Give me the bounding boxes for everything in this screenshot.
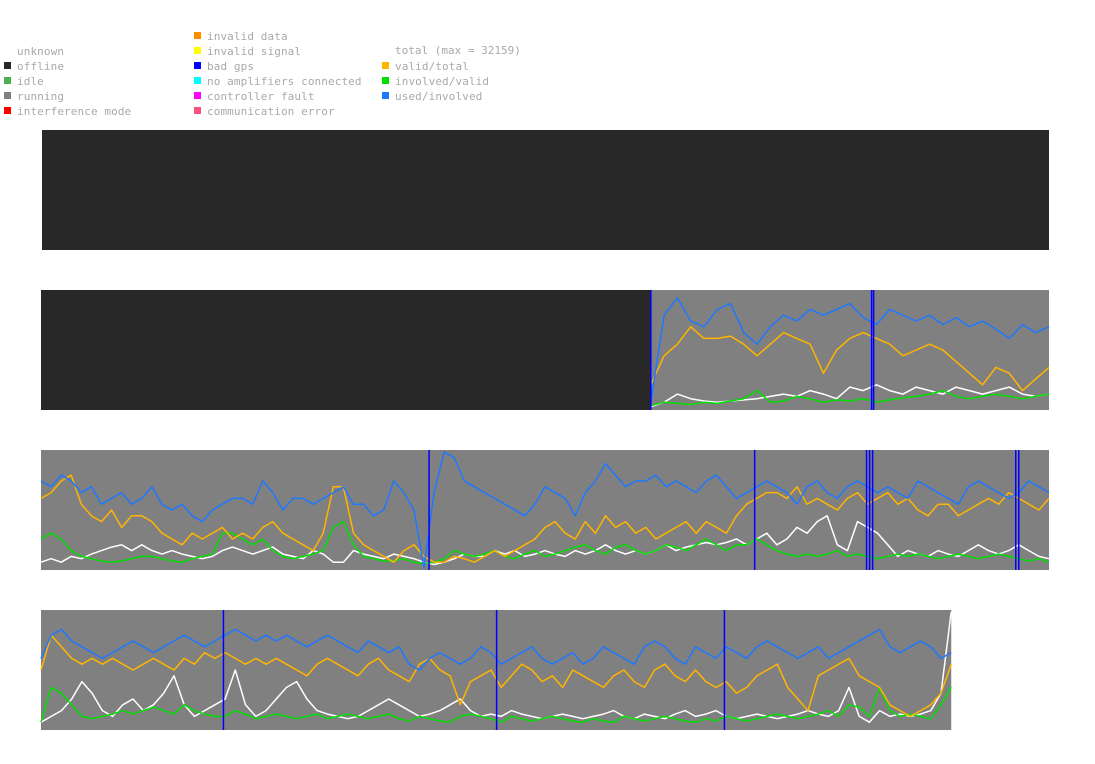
chart-row-4 (40, 610, 952, 730)
chart-row-3 (40, 450, 1050, 570)
chart-row-2 (41, 290, 1050, 410)
status-segment-offline (41, 290, 651, 410)
status-segment-offline (42, 130, 1049, 250)
status-segment-running (41, 450, 1049, 570)
chart-row-1 (42, 130, 1049, 250)
timeline-chart (40, 130, 1050, 730)
